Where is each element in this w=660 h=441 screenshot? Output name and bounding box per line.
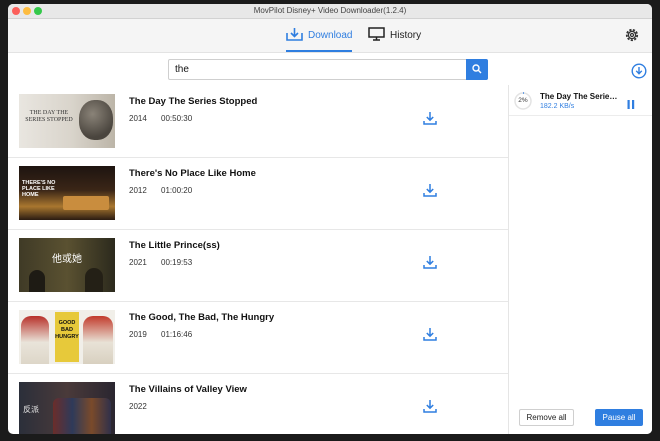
tab-bar: Download History: [8, 19, 652, 53]
download-icon: [423, 256, 437, 269]
search-button[interactable]: [466, 59, 488, 80]
app-window: MovPilot Disney+ Video Downloader(1.2.4)…: [8, 4, 652, 434]
thumbnail: THE DAY THE SERIES STOPPED: [19, 94, 115, 148]
progress-percent: 2%: [518, 97, 528, 104]
thumbnail-caption: THERE'S NO PLACE LIKE HOME: [22, 180, 56, 198]
remove-all-button[interactable]: Remove all: [519, 409, 574, 426]
video-duration: 01:00:20: [161, 186, 193, 195]
video-meta: 2019 01:16:46: [129, 330, 204, 339]
download-queue-panel: 2% The Day The Series Stopped 182.2 KB/s…: [509, 85, 652, 434]
download-button[interactable]: [423, 183, 437, 202]
gear-icon[interactable]: [624, 27, 640, 48]
video-meta: 2022: [129, 402, 171, 411]
video-year: 2022: [129, 402, 147, 411]
download-all-button[interactable]: [631, 63, 647, 84]
download-icon: [423, 328, 437, 341]
thumbnail-caption: THE DAY THE SERIES STOPPED: [25, 110, 73, 123]
video-duration: 01:16:46: [161, 330, 193, 339]
download-icon: [423, 112, 437, 125]
download-button[interactable]: [423, 327, 437, 346]
video-year: 2021: [129, 258, 147, 267]
thumbnail-caption: 反派: [23, 405, 39, 414]
pause-icon: [627, 100, 635, 109]
tab-history-label: History: [390, 30, 422, 41]
circle-download-icon: [631, 63, 647, 79]
video-title: The Good, The Bad, The Hungry: [129, 312, 275, 323]
tab-download[interactable]: Download: [286, 23, 353, 52]
queue-item-title: The Day The Series Stopped: [540, 92, 620, 101]
list-item: 反派 The Villains of Valley View 2022: [8, 373, 508, 434]
monitor-icon: [368, 27, 385, 44]
queue-item: 2% The Day The Series Stopped 182.2 KB/s: [509, 85, 652, 116]
video-title: The Villains of Valley View: [129, 384, 247, 395]
download-tab-icon: [286, 27, 303, 45]
video-meta: 2014 00:50:30: [129, 114, 204, 123]
download-button[interactable]: [423, 111, 437, 130]
list-item: THERE'S NO PLACE LIKE HOME There's No Pl…: [8, 157, 508, 230]
thumbnail: GOOD BAD HUNGRY: [19, 310, 115, 364]
tab-download-label: Download: [308, 30, 353, 41]
thumbnail-caption: 他或她: [52, 254, 82, 265]
video-duration: 00:50:30: [161, 114, 193, 123]
list-item: 他或她 The Little Prince(ss) 2021 00:19:53: [8, 229, 508, 302]
active-tab-indicator: [286, 50, 353, 52]
thumbnail: 反派: [19, 382, 115, 434]
video-year: 2014: [129, 114, 147, 123]
list-item: THE DAY THE SERIES STOPPED The Day The S…: [8, 85, 508, 158]
pause-button[interactable]: [627, 96, 635, 114]
title-bar: MovPilot Disney+ Video Downloader(1.2.4): [8, 4, 652, 19]
search-input[interactable]: [175, 60, 459, 79]
video-year: 2012: [129, 186, 147, 195]
download-icon: [423, 184, 437, 197]
download-button[interactable]: [423, 255, 437, 274]
pause-all-button[interactable]: Pause all: [595, 409, 643, 426]
search-icon: [472, 61, 482, 79]
download-speed: 182.2 KB/s: [540, 103, 575, 110]
thumbnail-caption: GOOD BAD HUNGRY: [55, 320, 79, 340]
video-meta: 2021 00:19:53: [129, 258, 204, 267]
list-item: GOOD BAD HUNGRY The Good, The Bad, The H…: [8, 301, 508, 374]
results-list: THE DAY THE SERIES STOPPED The Day The S…: [8, 85, 508, 434]
thumbnail: 他或她: [19, 238, 115, 292]
search-box: [168, 59, 488, 80]
video-duration: 00:19:53: [161, 258, 193, 267]
download-button[interactable]: [423, 399, 437, 418]
video-title: There's No Place Like Home: [129, 168, 256, 179]
download-icon: [423, 400, 437, 413]
video-title: The Day The Series Stopped: [129, 96, 258, 107]
window-title: MovPilot Disney+ Video Downloader(1.2.4): [253, 6, 407, 15]
tab-history[interactable]: History: [368, 23, 421, 48]
video-year: 2019: [129, 330, 147, 339]
video-meta: 2012 01:00:20: [129, 186, 204, 195]
video-title: The Little Prince(ss): [129, 240, 220, 251]
thumbnail: THERE'S NO PLACE LIKE HOME: [19, 166, 115, 220]
